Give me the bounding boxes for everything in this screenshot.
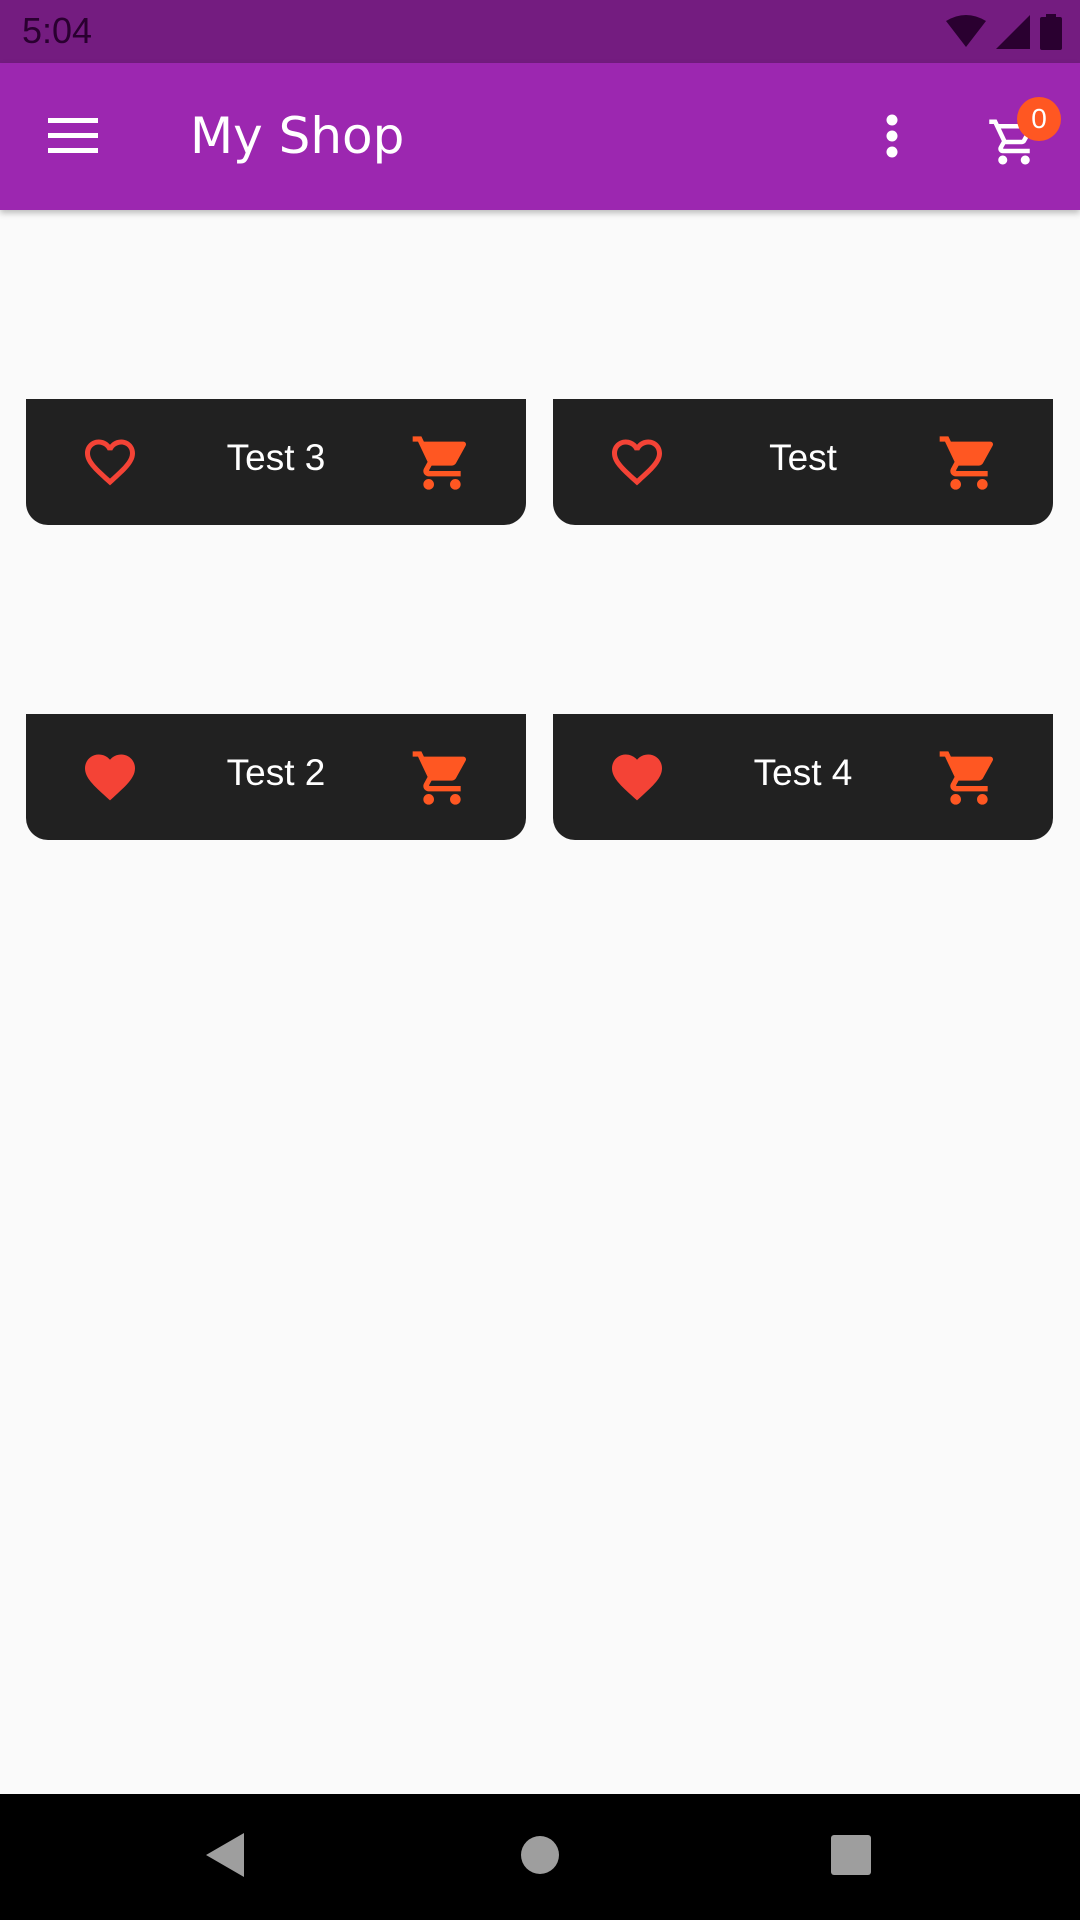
menu-button[interactable] xyxy=(30,103,116,173)
add-to-cart-icon[interactable] xyxy=(410,431,474,495)
navigation-bar xyxy=(0,1794,1080,1920)
add-to-cart-icon[interactable] xyxy=(937,746,1001,810)
add-to-cart-icon[interactable] xyxy=(410,746,474,810)
product-card[interactable]: Test 2 xyxy=(26,714,526,840)
recents-icon xyxy=(831,1835,871,1879)
recents-button[interactable] xyxy=(818,1824,884,1890)
status-time: 5:04 xyxy=(22,10,93,51)
product-title: Test 4 xyxy=(753,752,853,793)
product-card[interactable]: Test 4 xyxy=(553,714,1053,840)
add-to-cart-icon[interactable] xyxy=(937,431,1001,495)
cart-count-badge: 0 xyxy=(1017,97,1061,141)
cart-button[interactable]: 0 xyxy=(975,97,1065,181)
app-bar: My Shop 0 xyxy=(0,63,1080,210)
favorite-border-icon[interactable] xyxy=(80,432,140,492)
product-card[interactable]: Test xyxy=(553,399,1053,525)
more-vert-icon xyxy=(886,114,898,162)
product-title: Test xyxy=(769,437,837,478)
status-bar: 5:04 xyxy=(0,0,1080,63)
favorite-icon[interactable] xyxy=(80,747,140,807)
product-title: Test 2 xyxy=(226,752,326,793)
back-icon xyxy=(204,1831,248,1883)
status-icons xyxy=(946,14,1062,54)
app-title: My Shop xyxy=(190,107,405,165)
back-button[interactable] xyxy=(193,1824,259,1890)
home-icon xyxy=(520,1835,560,1879)
favorite-border-icon[interactable] xyxy=(607,432,667,492)
more-options-button[interactable] xyxy=(860,103,924,173)
favorite-icon[interactable] xyxy=(607,747,667,807)
battery-icon xyxy=(1040,14,1062,54)
wifi-icon xyxy=(946,15,986,53)
menu-icon xyxy=(48,118,98,158)
signal-icon xyxy=(996,15,1030,53)
product-card[interactable]: Test 3 xyxy=(26,399,526,525)
home-button[interactable] xyxy=(507,1824,573,1890)
product-title: Test 3 xyxy=(226,437,326,478)
